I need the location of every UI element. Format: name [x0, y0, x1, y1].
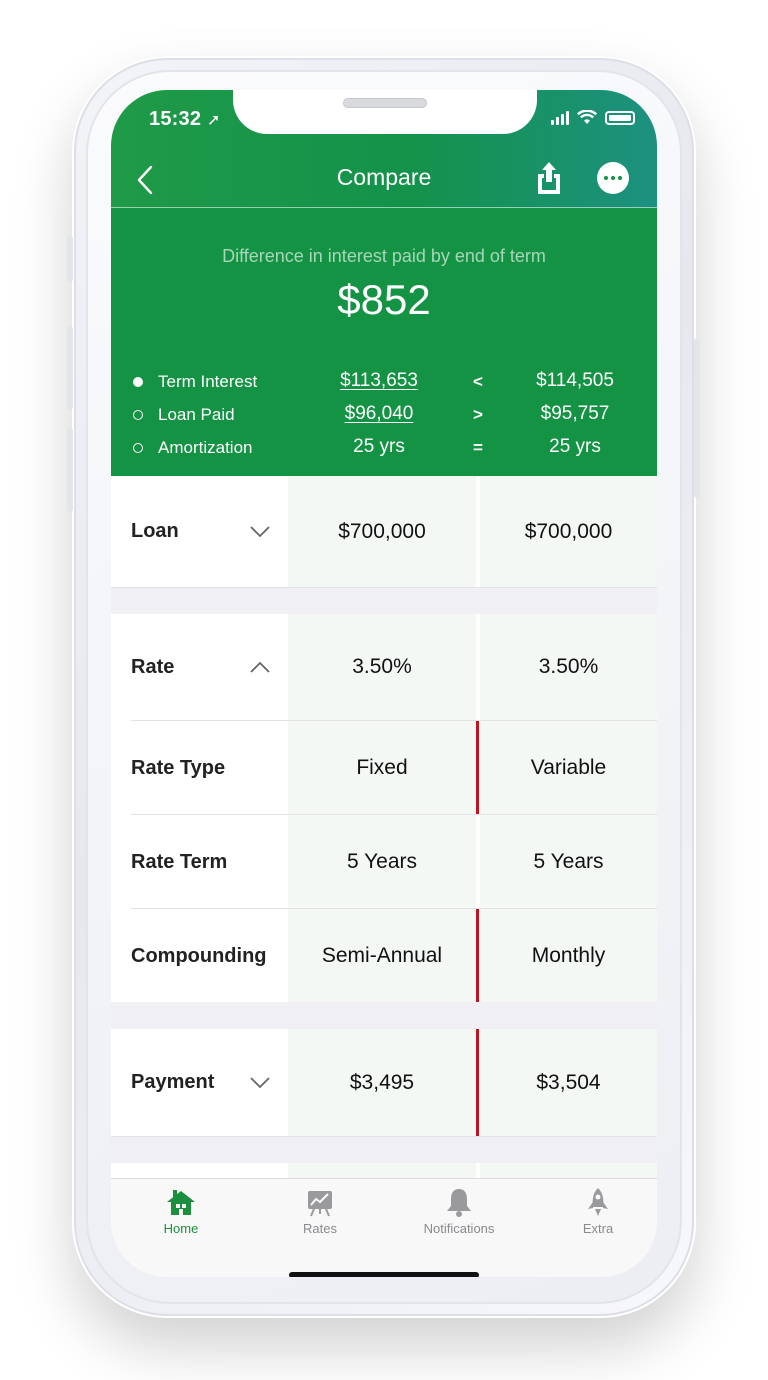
- tab-extra[interactable]: Extra: [530, 1187, 657, 1236]
- summary-label: Amortization: [158, 438, 253, 457]
- section-gap: [111, 1137, 657, 1163]
- summary-row-amortization[interactable]: Amortization 25 yrs = 25 yrs: [111, 436, 657, 466]
- chevron-down-icon[interactable]: [249, 1076, 271, 1090]
- share-icon[interactable]: [535, 160, 563, 196]
- screen: 15:32 ➚ Compare Difference in interest p…: [111, 90, 657, 1277]
- nav-divider: [111, 207, 657, 208]
- home-indicator[interactable]: [289, 1272, 479, 1277]
- tab-rates[interactable]: Rates: [252, 1187, 388, 1236]
- summary-value-b: $95,757: [540, 403, 610, 424]
- section-gap: [111, 588, 657, 614]
- radio-unselected-icon: [133, 443, 143, 453]
- more-options-icon[interactable]: [597, 162, 629, 194]
- battery-icon: [605, 110, 635, 125]
- summary-value-a: $96,040: [344, 403, 414, 424]
- tab-extra-label: Extra: [582, 1221, 614, 1236]
- rate-term-value-a[interactable]: 5 Years: [288, 815, 476, 908]
- bell-icon: [447, 1189, 471, 1217]
- loan-value-a[interactable]: $700,000: [288, 476, 476, 587]
- row-rate-term[interactable]: 5 Years 5 Years Rate Term: [111, 815, 657, 908]
- summary-operator: <: [473, 372, 483, 391]
- summary-value-b: $114,505: [536, 370, 614, 391]
- speaker: [343, 98, 427, 108]
- loan-label: Loan: [131, 520, 179, 542]
- summary-row-term-interest[interactable]: Term Interest $113,653 < $114,505: [111, 370, 657, 400]
- signal-icon: [551, 110, 569, 125]
- power-button: [694, 338, 700, 498]
- summary-label: Term Interest: [158, 372, 258, 391]
- notch: [233, 90, 537, 134]
- location-arrow-icon: ➚: [207, 112, 221, 129]
- difference-marker: [476, 1029, 479, 1136]
- difference-label: Difference in interest paid by end of te…: [222, 246, 546, 266]
- volume-up-button: [67, 326, 73, 410]
- rate-value-b[interactable]: 3.50%: [480, 614, 657, 720]
- payment-value-b[interactable]: $3,504: [480, 1029, 657, 1136]
- difference-marker: [476, 721, 479, 814]
- status-icons: [551, 110, 635, 125]
- radio-selected-icon: [133, 377, 143, 387]
- summary-row-loan-paid[interactable]: Loan Paid $96,040 > $95,757: [111, 403, 657, 433]
- radio-unselected-icon: [133, 410, 143, 420]
- page-title: Compare: [336, 164, 432, 190]
- payment-value-a[interactable]: $3,495: [288, 1029, 476, 1136]
- difference-marker: [476, 909, 479, 1002]
- house-icon: [167, 1190, 195, 1215]
- difference-amount: $852: [337, 276, 431, 323]
- summary-operator: =: [473, 438, 483, 457]
- row-loan[interactable]: $700,000 $700,000 Loan: [111, 476, 657, 587]
- row-rate-type[interactable]: Fixed Variable Rate Type: [111, 721, 657, 814]
- row-rate[interactable]: 3.50% 3.50% Rate: [111, 614, 657, 720]
- summary-value-a: $113,653: [340, 370, 418, 391]
- chevron-down-icon[interactable]: [249, 525, 271, 539]
- summary-value-b: 25 yrs: [549, 436, 601, 457]
- tab-notifications[interactable]: Notifications: [391, 1187, 527, 1236]
- volume-down-button: [67, 428, 73, 512]
- rate-term-value-b[interactable]: 5 Years: [480, 815, 657, 908]
- tab-home[interactable]: Home: [113, 1187, 249, 1236]
- payment-label: Payment: [131, 1071, 215, 1093]
- tab-home-label: Home: [163, 1221, 199, 1236]
- row-payment[interactable]: $3,495 $3,504 Payment: [111, 1029, 657, 1136]
- chevron-up-icon[interactable]: [249, 660, 271, 674]
- rate-type-value-b[interactable]: Variable: [480, 721, 657, 814]
- tab-notifications-label: Notifications: [423, 1221, 495, 1236]
- rate-value-a[interactable]: 3.50%: [288, 614, 476, 720]
- wifi-icon: [577, 110, 597, 124]
- tab-rates-label: Rates: [303, 1221, 337, 1236]
- loan-value-b[interactable]: $700,000: [480, 476, 657, 587]
- compounding-value-a[interactable]: Semi-Annual: [288, 909, 476, 1002]
- rate-label: Rate: [131, 656, 175, 678]
- summary-value-a: 25 yrs: [353, 436, 405, 457]
- summary-label: Loan Paid: [158, 405, 235, 424]
- rate-type-value-a[interactable]: Fixed: [288, 721, 476, 814]
- row-compounding[interactable]: Semi-Annual Monthly Compounding: [111, 909, 657, 1002]
- rocket-icon: [588, 1188, 608, 1216]
- status-time: 15:32: [149, 108, 202, 130]
- section-gap: [111, 1002, 657, 1029]
- rate-term-label: Rate Term: [131, 851, 228, 873]
- tab-bar: Home Rates Notifications Extra: [111, 1178, 657, 1277]
- chart-board-icon: [308, 1191, 332, 1217]
- mute-switch: [67, 236, 73, 282]
- compounding-value-b[interactable]: Monthly: [480, 909, 657, 1002]
- compounding-label: Compounding: [131, 945, 267, 967]
- rate-type-label: Rate Type: [131, 757, 226, 779]
- summary-operator: >: [473, 405, 483, 424]
